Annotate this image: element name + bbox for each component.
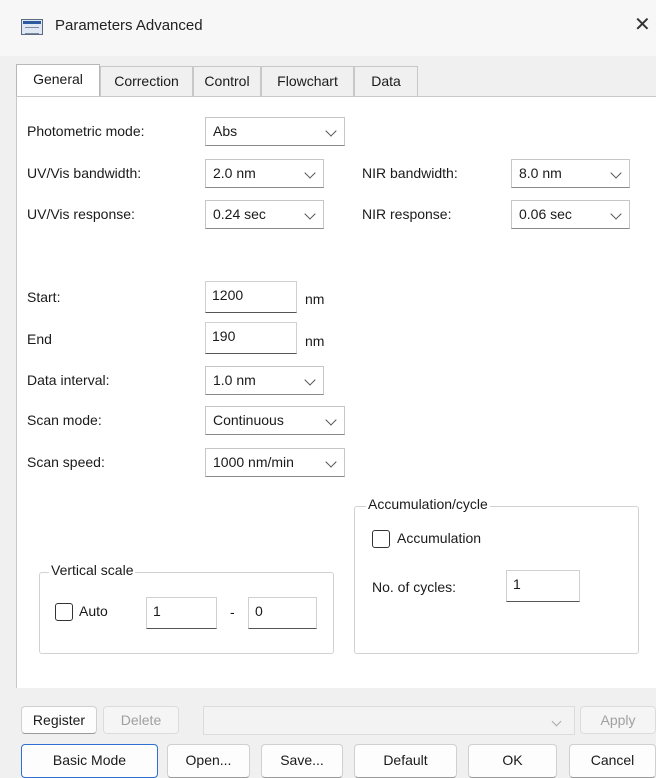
chevron-down-icon [304,374,316,386]
scan-speed-label: Scan speed: [27,454,105,470]
cycles-value: 1 [513,576,521,592]
end-unit: nm [305,333,325,349]
auto-checkbox-label: Auto [79,603,108,619]
cancel-button[interactable]: Cancel [569,744,656,778]
nir-bandwidth-label: NIR bandwidth: [362,165,458,181]
photometric-mode-label: Photometric mode: [27,123,145,139]
chevron-down-icon [325,456,337,468]
register-name-select[interactable] [203,706,575,735]
register-button[interactable]: Register [21,706,97,734]
scan-speed-value: 1000 nm/min [213,454,294,470]
nir-bandwidth-value: 8.0 nm [519,165,562,181]
chevron-down-icon [610,167,622,179]
uvvis-response-value: 0.24 sec [213,206,266,222]
cycles-label: No. of cycles: [372,579,457,595]
default-button[interactable]: Default [354,744,457,778]
tab-flowchart[interactable]: Flowchart [261,66,354,96]
tab-correction[interactable]: Correction [100,66,193,96]
vertical-scale-max-value: 0 [255,603,263,619]
accumulation-group-title: Accumulation/cycle [366,496,490,512]
chevron-down-icon [304,208,316,220]
scan-mode-select[interactable]: Continuous [205,406,345,435]
accumulation-checkbox-label: Accumulation [397,530,482,546]
vertical-scale-min-value: 1 [153,603,161,619]
scan-speed-select[interactable]: 1000 nm/min [205,448,345,477]
photometric-mode-select[interactable]: Abs [205,117,345,146]
start-unit: nm [305,291,325,307]
delete-button[interactable]: Delete [103,706,179,734]
chevron-down-icon [325,414,337,426]
start-label: Start: [27,289,61,305]
vertical-scale-min-input[interactable]: 1 [146,597,217,629]
accumulation-checkbox[interactable] [372,530,390,548]
end-label: End [27,331,52,347]
title-bar: Parameters Advanced ✕ [0,0,656,56]
uvvis-bandwidth-label: UV/Vis bandwidth: [27,165,142,181]
vertical-scale-group-title: Vertical scale [49,562,136,578]
end-input[interactable]: 190 [205,322,297,354]
cycles-input[interactable]: 1 [506,570,580,602]
data-interval-label: Data interval: [27,372,110,388]
apply-button[interactable]: Apply [580,706,656,734]
range-separator: - [230,604,235,620]
nir-response-label: NIR response: [362,206,452,222]
data-interval-value: 1.0 nm [213,372,256,388]
window-app-icon [21,19,43,35]
data-interval-select[interactable]: 1.0 nm [205,366,324,395]
scan-mode-value: Continuous [213,412,284,428]
uvvis-bandwidth-select[interactable]: 2.0 nm [205,159,324,188]
tab-control[interactable]: Control [193,66,261,96]
nir-response-select[interactable]: 0.06 sec [511,200,630,229]
window-title: Parameters Advanced [55,17,203,34]
chevron-down-icon [610,208,622,220]
ok-button[interactable]: OK [468,744,557,778]
uvvis-response-select[interactable]: 0.24 sec [205,200,324,229]
chevron-down-icon [304,167,316,179]
tab-data[interactable]: Data [354,66,418,96]
photometric-mode-value: Abs [213,123,238,139]
auto-checkbox[interactable] [55,603,73,621]
chevron-down-icon [325,125,337,137]
end-value: 190 [212,328,236,344]
uvvis-bandwidth-value: 2.0 nm [213,165,256,181]
scan-mode-label: Scan mode: [27,412,102,428]
chevron-down-icon [551,716,562,727]
save-button[interactable]: Save... [261,744,343,778]
basic-mode-button[interactable]: Basic Mode [21,744,158,778]
nir-response-value: 0.06 sec [519,206,572,222]
start-input[interactable]: 1200 [205,281,297,313]
open-button[interactable]: Open... [167,744,250,778]
close-icon[interactable]: ✕ [634,12,651,37]
vertical-scale-max-input[interactable]: 0 [248,597,317,629]
nir-bandwidth-select[interactable]: 8.0 nm [511,159,630,188]
uvvis-response-label: UV/Vis response: [27,206,135,222]
start-value: 1200 [212,287,244,303]
tab-general[interactable]: General [16,64,100,96]
